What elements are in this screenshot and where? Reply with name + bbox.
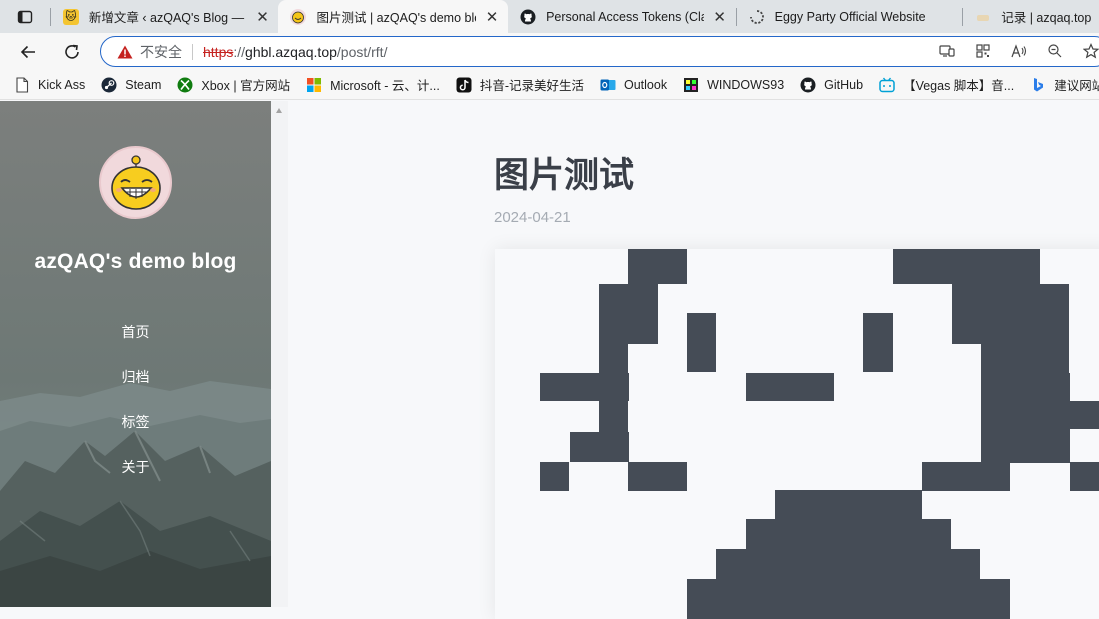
- bookmark-label: Kick Ass: [38, 77, 86, 92]
- url-text[interactable]: https://ghbl.azqaq.top/post/rft/: [203, 44, 387, 60]
- bookmark-douyin[interactable]: 抖音-记录美好生活: [456, 75, 584, 94]
- blog-avatar[interactable]: [99, 146, 172, 219]
- reload-icon: [65, 44, 79, 59]
- close-icon[interactable]: ✕: [484, 8, 500, 26]
- bookmark-microsoft[interactable]: Microsoft - 云、计...: [306, 75, 440, 94]
- bookmark-label: 建议网站: [1054, 79, 1099, 93]
- github-icon: [800, 77, 816, 93]
- steam-icon: [101, 77, 117, 93]
- tab-title: 新增文章 ‹ azQAQ's Blog — W: [88, 11, 247, 25]
- zoom-out-icon: [1048, 44, 1062, 58]
- nav-home-link[interactable]: 首页: [0, 321, 271, 366]
- warning-icon[interactable]: [117, 44, 133, 60]
- microsoft-icon: [306, 77, 322, 93]
- reload-button[interactable]: [50, 33, 94, 70]
- tab-title: Personal Access Tokens (Class: [546, 9, 704, 24]
- bookmark-suggested-sites[interactable]: 建议网站: [1030, 75, 1099, 94]
- bookmark-label: 【Vegas 脚本】音...: [903, 79, 1015, 93]
- post-image: [495, 249, 1099, 619]
- bing-icon: [1030, 77, 1046, 93]
- site-title[interactable]: azQAQ's demo blog: [0, 250, 271, 274]
- read-aloud-button[interactable]: [1001, 43, 1037, 59]
- bookmark-label: Outlook: [623, 77, 668, 92]
- blog-nav: 首页 归档 标签 关于: [0, 321, 271, 501]
- url-host: ghbl.azqaq.top: [245, 43, 337, 60]
- tab-personal-access-tokens[interactable]: Personal Access Tokens (Class ✕: [508, 0, 736, 33]
- nav-archive-link[interactable]: 归档: [0, 366, 271, 411]
- github-icon: [520, 9, 536, 25]
- bookmark-label: 抖音-记录美好生活: [479, 79, 584, 93]
- scroll-up-arrow-icon[interactable]: [276, 108, 282, 113]
- blog-sidebar: azQAQ's demo blog 首页 归档 标签 关于: [0, 101, 271, 607]
- url-path: /post/rft/: [336, 43, 388, 60]
- smiley-avatar-icon: [110, 154, 161, 210]
- close-icon[interactable]: ✕: [254, 8, 270, 26]
- not-secure-label[interactable]: 不安全: [140, 42, 182, 62]
- tab-title: 图片测试 | azQAQ's demo blo: [316, 11, 477, 25]
- windows93-icon: [683, 77, 699, 93]
- bookmark-label: GitHub: [824, 77, 864, 92]
- tab-image-test[interactable]: 图片测试 | azQAQ's demo blo ✕: [278, 0, 509, 33]
- tab-new-post[interactable]: 🐱 新增文章 ‹ azQAQ's Blog — W ✕: [51, 0, 279, 33]
- pixel-art-image: [540, 249, 1099, 619]
- tab-actions-icon: [17, 10, 33, 23]
- bookmark-xbox[interactable]: Xbox | 官方网站: [177, 75, 290, 94]
- bookmark-label: Microsoft - 云、计...: [330, 79, 440, 93]
- cat-icon: 🐱: [62, 8, 79, 25]
- bookmark-label: WINDOWS93: [707, 77, 785, 92]
- smiley-avatar-icon: [290, 8, 307, 25]
- bookmark-outlook[interactable]: Outlook: [600, 77, 667, 93]
- bookmarks-bar: Kick Ass Steam Xbox | 官方网站 Microsoft - 云…: [0, 70, 1099, 100]
- bookmark-steam[interactable]: Steam: [101, 77, 161, 93]
- post-content: 图片测试 2024-04-21: [288, 101, 1099, 619]
- zoom-button[interactable]: [1037, 43, 1073, 59]
- url-scheme: https: [203, 43, 234, 60]
- navigation-bar: 不安全 https://ghbl.azqaq.top/post/rft/: [0, 33, 1099, 70]
- tab-records[interactable]: 记录 | azqaq.top |: [963, 0, 1099, 33]
- post-date: 2024-04-21: [494, 209, 571, 226]
- sidebar-scrollbar[interactable]: [271, 101, 288, 607]
- tab-strip: 🐱 新增文章 ‹ azQAQ's Blog — W ✕ 图片测试 | azQAQ…: [0, 0, 1099, 33]
- bilibili-icon: [879, 77, 895, 93]
- favorites-button[interactable]: [1073, 43, 1099, 59]
- xbox-icon: [177, 77, 193, 93]
- omnibox-actions: [929, 37, 1099, 65]
- back-button[interactable]: [6, 33, 50, 70]
- tab-eggy-party[interactable]: Eggy Party Official Website: [737, 0, 963, 33]
- bookmark-label: Xbox | 官方网站: [201, 79, 291, 93]
- close-icon[interactable]: ✕: [712, 8, 728, 26]
- bookmark-label: Steam: [125, 77, 162, 92]
- bookmark-kick-ass[interactable]: Kick Ass: [14, 76, 86, 93]
- douyin-icon: [456, 77, 472, 93]
- page-icon: [975, 9, 991, 25]
- app-available-button[interactable]: [929, 43, 965, 59]
- address-bar[interactable]: 不安全 https://ghbl.azqaq.top/post/rft/: [100, 36, 1099, 67]
- tab-title: 记录 | azqaq.top |: [1001, 11, 1091, 25]
- outlook-icon: [600, 77, 616, 93]
- app-available-icon: [939, 45, 955, 57]
- nav-about-link[interactable]: 关于: [0, 456, 271, 501]
- back-arrow-icon: [20, 45, 35, 58]
- address-divider: [192, 43, 193, 60]
- document-icon: [14, 76, 30, 93]
- bookmark-github[interactable]: GitHub: [800, 77, 863, 93]
- read-aloud-icon: [1011, 44, 1027, 58]
- bookmark-windows93[interactable]: WINDOWS93: [683, 77, 784, 93]
- star-icon: [1083, 43, 1099, 59]
- qr-code-icon: [976, 44, 990, 58]
- tab-actions-button[interactable]: [0, 0, 50, 33]
- post-title: 图片测试: [494, 156, 635, 195]
- qr-code-button[interactable]: [965, 43, 1001, 59]
- tab-title: Eggy Party Official Website: [774, 9, 926, 24]
- bookmark-vegas-script[interactable]: 【Vegas 脚本】音...: [879, 75, 1014, 94]
- url-separator: ://: [233, 43, 246, 60]
- loading-spinner-icon: [749, 9, 765, 25]
- web-page: azQAQ's demo blog 首页 归档 标签 关于 图片测试 2024-…: [0, 101, 1099, 619]
- nav-tags-link[interactable]: 标签: [0, 411, 271, 456]
